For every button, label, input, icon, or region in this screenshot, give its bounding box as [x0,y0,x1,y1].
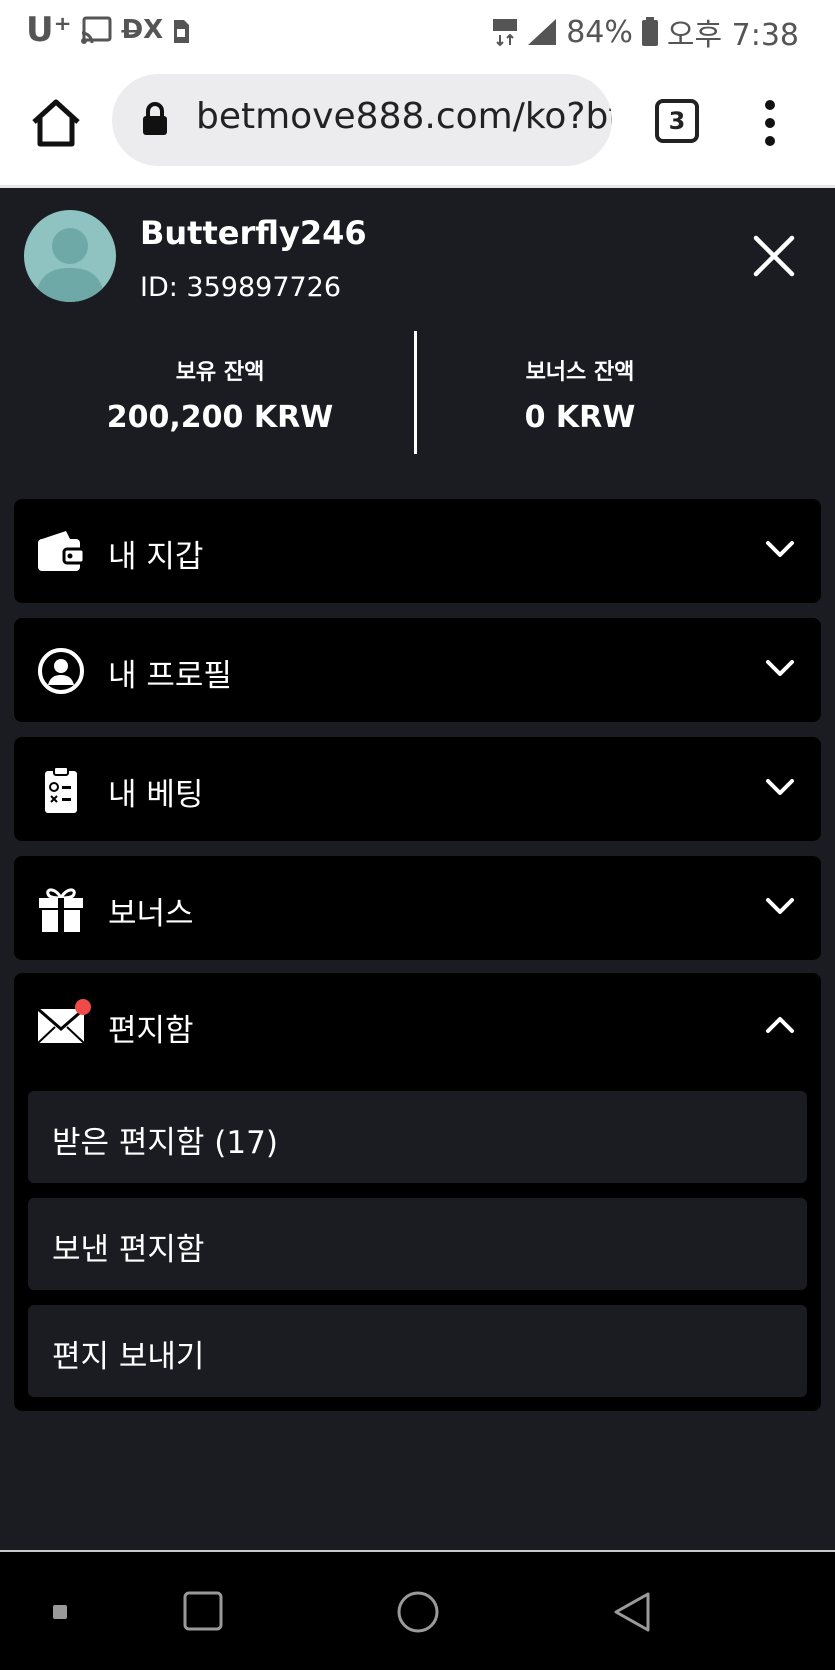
menu-item-wallet[interactable]: 내 지갑 [14,499,821,603]
system-nav-bar [0,1550,835,1670]
sim-icon [174,20,190,43]
close-icon[interactable] [752,234,796,278]
battery-percent: 84% [566,14,633,50]
home-icon[interactable] [28,94,84,150]
menu-label-profile: 내 프로필 [108,658,232,694]
back-icon[interactable] [612,1590,652,1634]
menu-label-bonus: 보너스 [108,896,194,932]
square-dot-icon[interactable] [52,1604,68,1620]
lte-icon [493,19,518,47]
cast-icon [80,16,112,44]
status-bar: U⁺ D̶X 84% 오후 7:38 [0,0,835,58]
avatar [24,210,116,302]
recent-apps-icon[interactable] [182,1590,224,1632]
envelope-icon [37,999,91,1044]
clock: 오후 7:38 [666,18,799,53]
held-balance-value: 200,200 KRW [106,400,334,435]
gift-icon [39,888,83,932]
chevron-up-icon [766,1017,794,1033]
chevron-down-icon [766,541,794,557]
username: Butterfly246 [140,214,367,252]
account-panel: Butterfly246 ID: 359897726 보유 잔액 200,200… [0,188,835,1550]
menu-item-betting[interactable]: 내 베팅 [14,737,821,841]
chevron-down-icon [766,898,794,914]
battery-icon [641,17,658,46]
mailbox-compose[interactable]: 편지 보내기 [28,1305,807,1397]
mailbox-compose-label: 편지 보내기 [52,1339,205,1375]
menu-label-wallet: 내 지갑 [108,539,204,575]
menu-item-mailbox: 편지함 받은 편지함 (17) 보낸 편지함 편지 보내기 [14,973,821,1411]
signal-icon [528,19,557,45]
browser-toolbar: betmove888.com/ko?bt 3 [0,58,835,188]
menu-label-betting: 내 베팅 [108,777,204,813]
chevron-down-icon [766,660,794,676]
bonus-balance-value: 0 KRW [524,400,636,435]
mailbox-sent-label: 보낸 편지함 [52,1232,205,1268]
mailbox-inbox[interactable]: 받은 편지함 (17) [28,1091,807,1183]
address-bar[interactable]: betmove888.com/ko?bt [112,74,612,166]
carrier-label: U⁺ [26,10,72,50]
held-balance-label: 보유 잔액 [175,360,265,385]
bonus-balance-label: 보너스 잔액 [525,360,635,385]
held-balance: 보유 잔액 200,200 KRW [70,354,370,435]
mailbox-header[interactable]: 편지함 [14,973,821,1077]
menu-item-bonus[interactable]: 보너스 [14,856,821,960]
more-menu-icon[interactable] [756,98,784,148]
network-label: D̶X [121,15,164,45]
wallet-icon [38,531,86,571]
chevron-down-icon [766,779,794,795]
clipboard-icon [45,766,77,813]
bonus-balance: 보너스 잔액 0 KRW [430,354,730,435]
url-text: betmove888.com/ko?bt [196,96,612,137]
mailbox-sent[interactable]: 보낸 편지함 [28,1198,807,1290]
mailbox-inbox-label: 받은 편지함 (17) [52,1125,278,1161]
home-nav-icon[interactable] [396,1590,440,1634]
menu-item-profile[interactable]: 내 프로필 [14,618,821,722]
menu-label-mailbox: 편지함 [108,1013,194,1049]
user-id: ID: 359897726 [140,272,342,303]
user-circle-icon [38,648,84,694]
balance-divider [414,331,417,454]
tab-switcher-button[interactable]: 3 [655,99,699,143]
lock-icon [143,102,167,135]
